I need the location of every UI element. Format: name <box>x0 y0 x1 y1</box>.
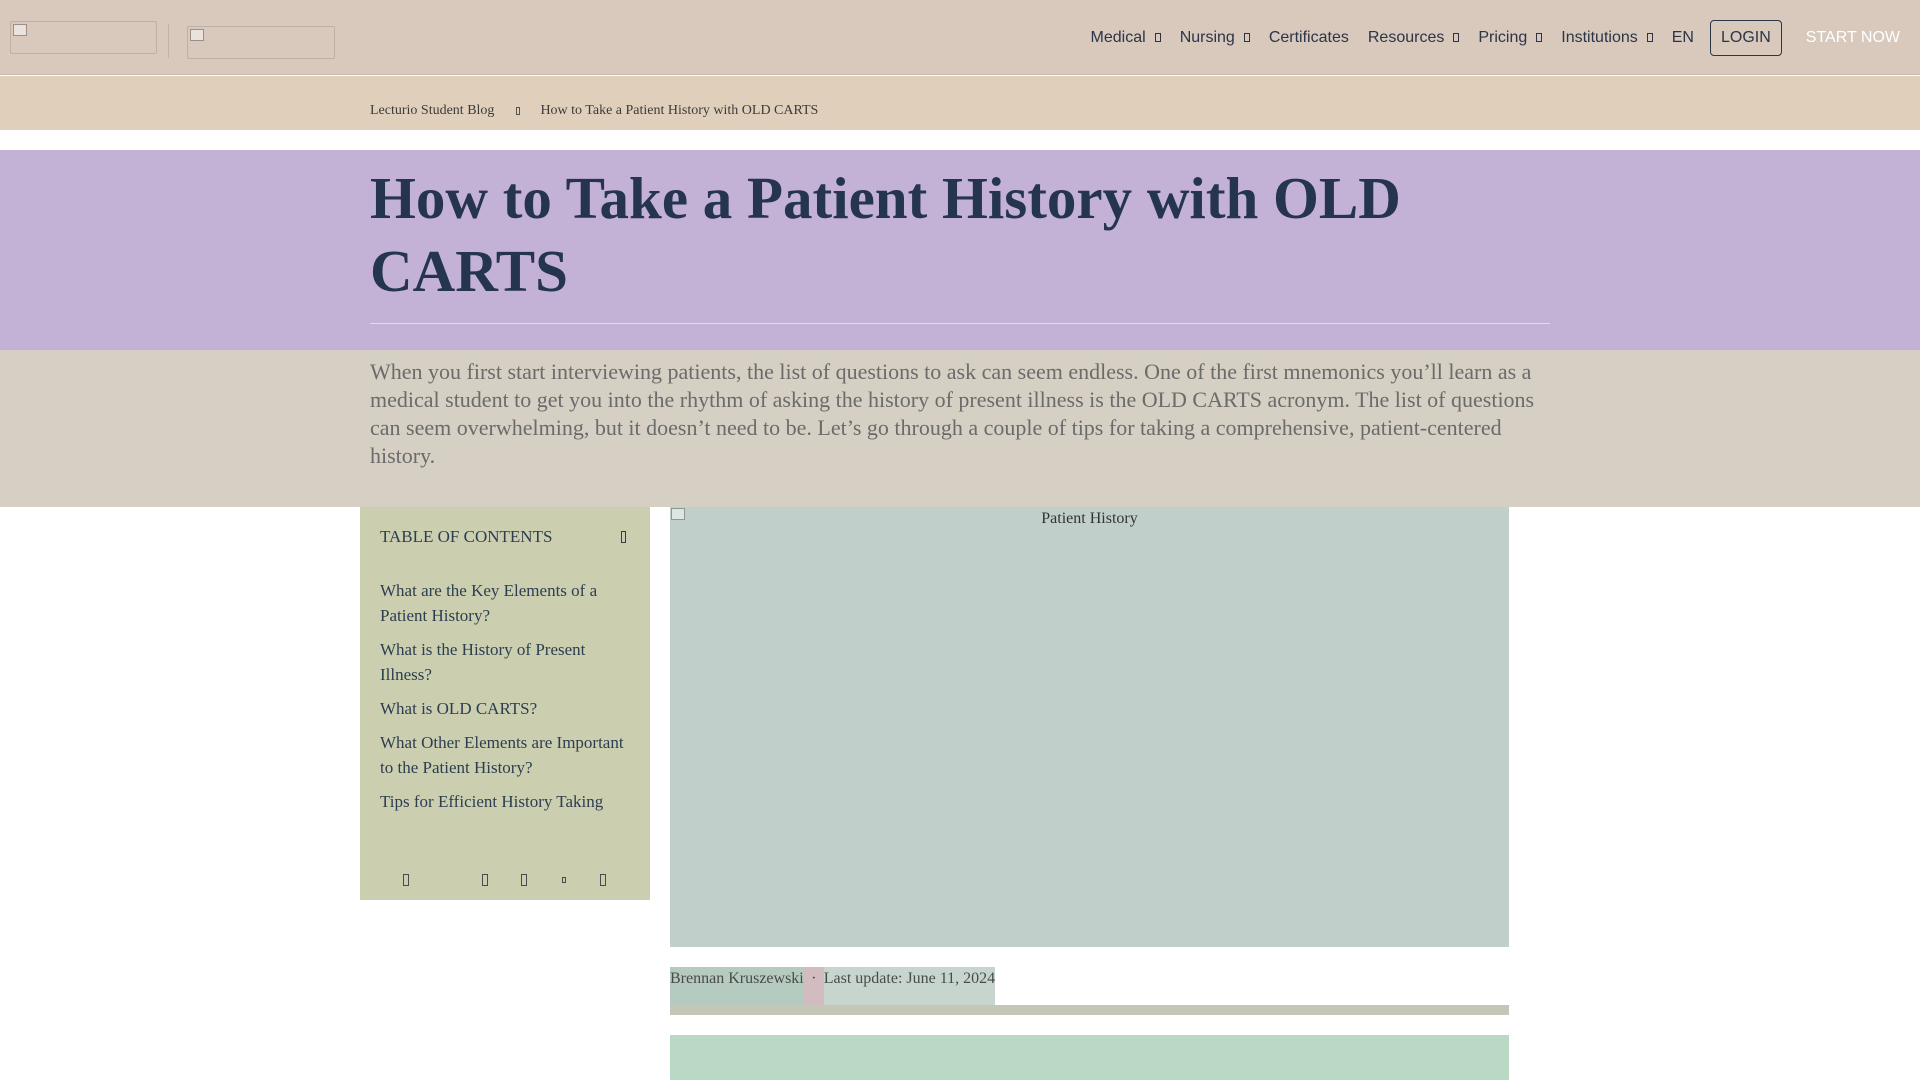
meta-separator: · <box>803 967 824 1005</box>
hero-image-alt-text: Patient History <box>1041 510 1138 527</box>
table-of-contents: TABLE OF CONTENTS What are the Key Eleme… <box>360 507 650 900</box>
page-title: How to Take a Patient History with OLD C… <box>370 165 1401 304</box>
nav-medical-label: Medical <box>1090 28 1146 46</box>
nav-resources-label: Resources <box>1367 28 1445 46</box>
nav-medical[interactable]: Medical <box>1091 29 1161 47</box>
twitter-icon[interactable] <box>482 874 488 886</box>
chevron-right-icon <box>516 107 521 115</box>
email-icon[interactable] <box>562 877 566 883</box>
linkedin-icon[interactable] <box>521 874 527 886</box>
broken-image-icon <box>190 29 204 41</box>
chevron-down-icon <box>1453 33 1460 42</box>
share-bar <box>360 874 650 890</box>
start-now-button[interactable]: START NOW <box>1806 29 1900 47</box>
breadcrumb-current: How to Take a Patient History with OLD C… <box>540 103 819 118</box>
chevron-down-icon <box>1154 33 1161 42</box>
title-divider <box>370 323 1550 324</box>
facebook-icon[interactable] <box>403 874 409 886</box>
toc-item[interactable]: What Other Elements are Important to the… <box>380 730 630 780</box>
toc-item[interactable]: What are the Key Elements of a Patient H… <box>380 578 630 628</box>
nav-resources[interactable]: Resources <box>1367 28 1460 47</box>
toc-item[interactable]: What is the History of Present Illness? <box>380 637 630 687</box>
nav-pricing-label: Pricing <box>1478 28 1528 46</box>
article-hero-image: Patient History <box>670 507 1509 947</box>
chevron-down-icon <box>1243 33 1250 42</box>
breadcrumb-bar: Lecturio Student Blog How to Take a Pati… <box>0 76 1920 130</box>
toc-heading: TABLE OF CONTENTS <box>380 527 553 546</box>
top-navigation: Medical Nursing Certificates Resources P… <box>0 0 1920 75</box>
nav-certificates-label: Certificates <box>1268 28 1349 46</box>
article-meta: Brennan Kruszewski · Last update: June 1… <box>670 967 996 1005</box>
nav-nursing-label: Nursing <box>1179 28 1235 46</box>
logo-divider <box>168 24 169 58</box>
breadcrumb-home-link[interactable]: Lecturio Student Blog <box>370 103 494 119</box>
meta-divider <box>670 1005 1509 1015</box>
nav-institutions-label: Institutions <box>1561 28 1638 46</box>
lecturio-logo[interactable] <box>10 21 157 54</box>
chevron-down-icon <box>1536 33 1543 42</box>
last-update-date: Last update: June 11, 2024 <box>823 967 996 1005</box>
content-block <box>670 1035 1509 1080</box>
print-icon[interactable] <box>600 874 606 886</box>
nav-institutions[interactable]: Institutions <box>1561 28 1653 47</box>
nav-nursing[interactable]: Nursing <box>1180 29 1250 47</box>
toc-item[interactable]: Tips for Efficient History Taking <box>380 789 630 814</box>
main-menu: Medical Nursing Certificates Resources P… <box>1091 0 1920 75</box>
partner-logo[interactable] <box>187 26 335 59</box>
nav-certificates[interactable]: Certificates <box>1269 29 1349 47</box>
toc-header[interactable]: TABLE OF CONTENTS <box>380 527 630 547</box>
toc-toggle-icon[interactable] <box>621 531 626 543</box>
nav-pricing[interactable]: Pricing <box>1478 28 1543 47</box>
login-button[interactable]: LOGIN <box>1709 19 1782 56</box>
broken-image-icon <box>13 24 27 36</box>
breadcrumb: Lecturio Student Blog How to Take a Pati… <box>370 103 818 119</box>
toc-list: What are the Key Elements of a Patient H… <box>380 578 630 823</box>
language-selector[interactable]: EN <box>1672 29 1694 47</box>
chevron-down-icon <box>1646 33 1653 42</box>
toc-item[interactable]: What is OLD CARTS? <box>380 696 630 721</box>
article-intro: When you first start interviewing patien… <box>370 359 1535 468</box>
author-link[interactable]: Brennan Kruszewski <box>670 967 804 1005</box>
